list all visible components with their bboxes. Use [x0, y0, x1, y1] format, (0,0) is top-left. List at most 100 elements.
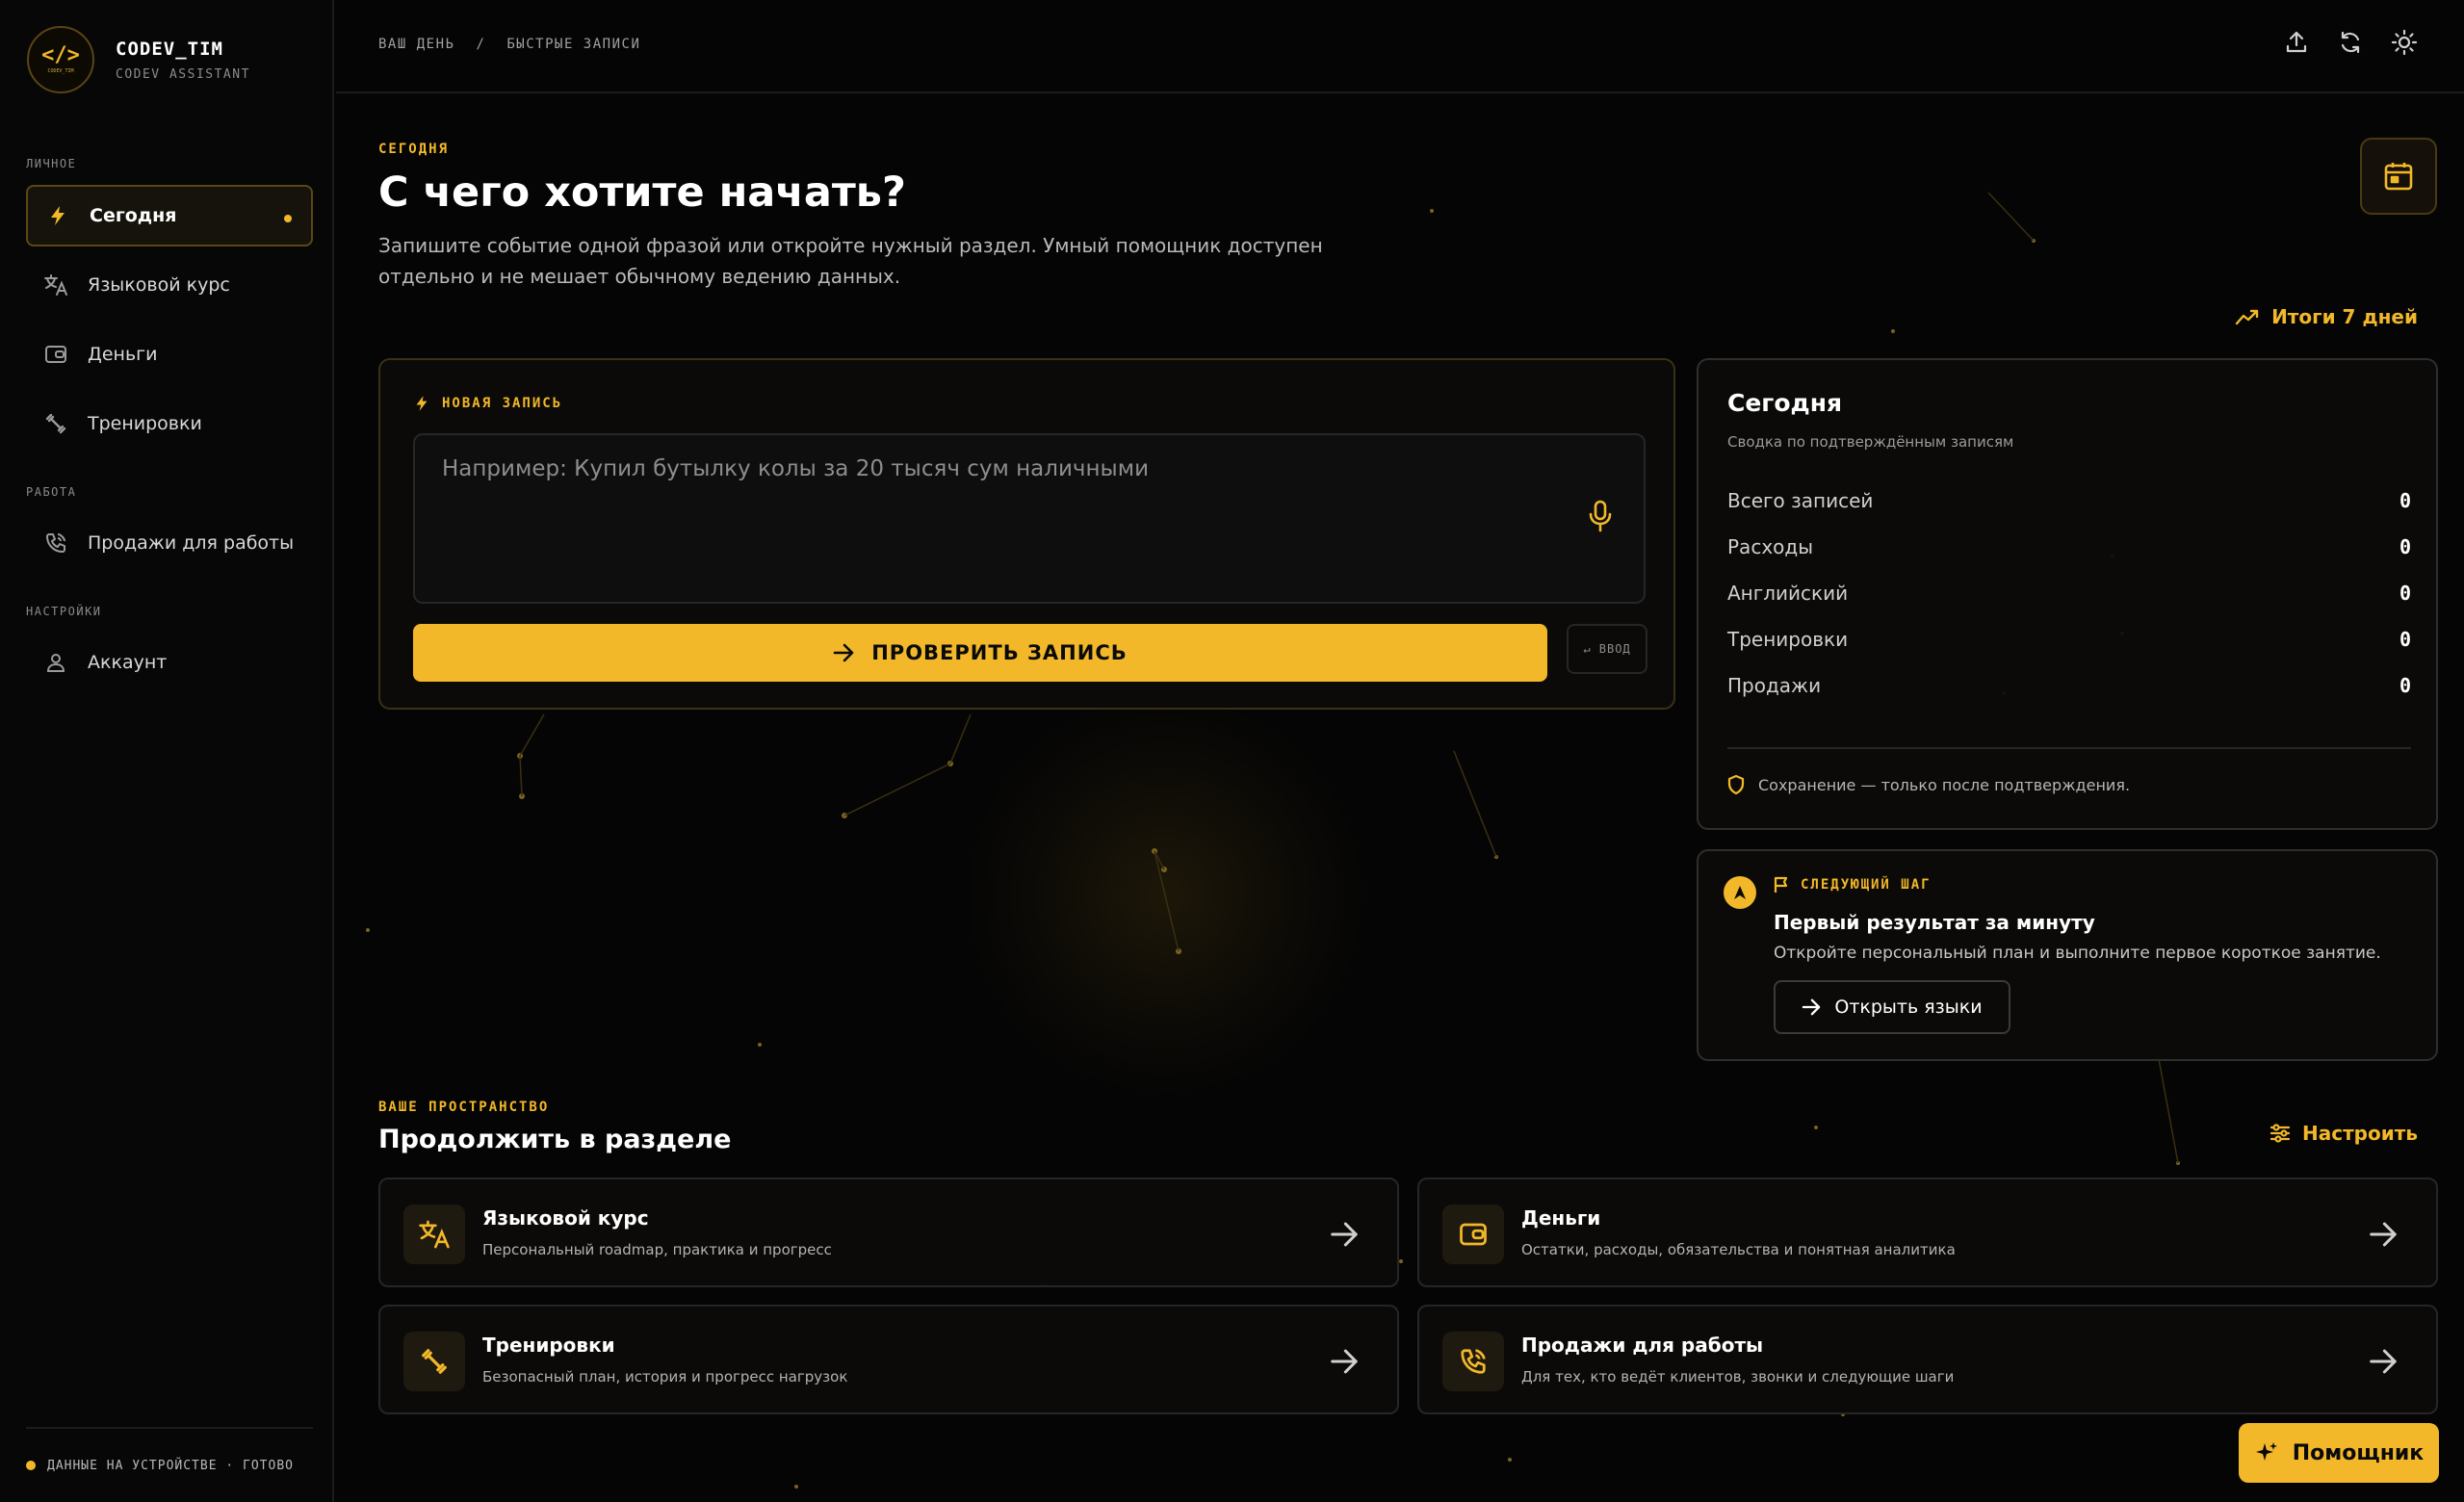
new-entry-card: НОВАЯ ЗАПИСЬ Например: Купил бутылку кол…	[378, 358, 1675, 710]
sidebar-item-language-course[interactable]: Языковой курс	[26, 254, 313, 316]
user-icon	[43, 650, 68, 675]
arrow-right-icon	[2369, 1347, 2398, 1376]
brand-subtitle: CODEV ASSISTANT	[116, 66, 250, 82]
breadcrumb-separator: /	[476, 37, 486, 52]
navigation-badge-icon	[1724, 876, 1756, 909]
tile-description: Безопасный план, история и прогресс нагр…	[482, 1368, 848, 1385]
dumbbell-icon	[43, 411, 68, 436]
stat-row: Тренировки 0	[1727, 616, 2411, 662]
logo-small-text: CODEV_TIM	[47, 68, 74, 74]
stats-list: Всего записей 0 Расходы 0 Английский 0 Трен…	[1727, 478, 2411, 709]
week-summary-label: Итоги 7 дней	[2271, 305, 2418, 328]
new-entry-eyebrow: НОВАЯ ЗАПИСЬ	[442, 396, 563, 411]
stat-value: 0	[2399, 674, 2411, 697]
topbar: ВАШ ДЕНЬ / БЫСТРЫЕ ЗАПИСИ	[336, 0, 2464, 93]
sidebar-status: ДАННЫЕ НА УСТРОЙСТВЕ · ГОТОВО	[26, 1427, 313, 1502]
stat-label: Английский	[1727, 582, 1849, 605]
phone-icon	[1442, 1332, 1504, 1391]
stat-row: Английский 0	[1727, 570, 2411, 616]
upload-icon[interactable]	[2283, 29, 2310, 56]
customize-link[interactable]: Настроить	[2269, 1122, 2418, 1145]
section-label-personal: ЛИЧНОЕ	[26, 157, 77, 170]
stat-value: 0	[2399, 628, 2411, 651]
page-title: С чего хотите начать?	[378, 168, 906, 217]
arrow-right-icon	[1802, 998, 1821, 1016]
sidebar-item-label: Языковой курс	[88, 274, 230, 296]
save-note-text: Сохранение — только после подтверждения.	[1758, 775, 2131, 794]
sidebar-item-label: Деньги	[88, 344, 158, 365]
dumbbell-icon	[403, 1332, 465, 1391]
stat-label: Тренировки	[1727, 628, 1849, 651]
week-summary-link[interactable]: Итоги 7 дней	[2235, 305, 2418, 328]
breadcrumb-item-quick-entries: БЫСТРЫЕ ЗАПИСИ	[506, 37, 641, 52]
next-step-description: Откройте персональный план и выполните п…	[1774, 944, 2381, 963]
breadcrumb-item-day[interactable]: ВАШ ДЕНЬ	[378, 37, 454, 52]
translate-icon	[403, 1204, 465, 1264]
brand-name: CODEV_TIM	[116, 38, 223, 60]
today-summary-card: Сегодня Сводка по подтверждённым записям…	[1697, 358, 2438, 830]
tile-title: Языковой курс	[482, 1206, 649, 1230]
brand[interactable]: </> CODEV_TIM CODEV_TIM CODEV ASSISTANT	[27, 26, 250, 93]
tile-title: Тренировки	[482, 1334, 615, 1357]
arrow-right-icon	[1330, 1347, 1359, 1376]
arrow-right-icon	[2369, 1220, 2398, 1249]
open-languages-button[interactable]: Открыть языки	[1774, 980, 2010, 1034]
active-indicator-dot	[284, 215, 292, 222]
sparkle-icon	[2254, 1440, 2279, 1465]
open-languages-label: Открыть языки	[1834, 997, 1983, 1018]
next-step-title: Первый результат за минуту	[1774, 911, 2095, 934]
tile-money[interactable]: Деньги Остатки, расходы, обязательства и…	[1417, 1178, 2438, 1287]
stat-value: 0	[2399, 535, 2411, 558]
sync-icon[interactable]	[2337, 29, 2364, 56]
flag-icon	[1774, 876, 1789, 893]
bolt-icon	[45, 203, 70, 228]
sidebar-item-sales[interactable]: Продажи для работы	[26, 512, 313, 574]
calendar-button[interactable]	[2360, 138, 2437, 215]
theme-icon[interactable]	[2391, 29, 2418, 56]
arrow-right-icon	[833, 643, 854, 662]
sidebar-item-today[interactable]: Сегодня	[26, 185, 313, 246]
sidebar-item-label: Продажи для работы	[88, 532, 295, 554]
stat-row: Расходы 0	[1727, 524, 2411, 570]
tile-description: Остатки, расходы, обязательства и понятн…	[1521, 1241, 1956, 1258]
today-title: Сегодня	[1727, 389, 1843, 417]
entry-placeholder: Например: Купил бутылку колы за 20 тысяч…	[442, 456, 1150, 481]
sidebar-item-workouts[interactable]: Тренировки	[26, 393, 313, 454]
sliders-icon	[2269, 1123, 2291, 1144]
breadcrumb: ВАШ ДЕНЬ / БЫСТРЫЕ ЗАПИСИ	[378, 37, 640, 52]
tile-language-course[interactable]: Языковой курс Персональный roadmap, прак…	[378, 1178, 1399, 1287]
tile-workouts[interactable]: Тренировки Безопасный план, история и пр…	[378, 1305, 1399, 1414]
wallet-icon	[1442, 1204, 1504, 1264]
stat-label: Всего записей	[1727, 489, 1874, 512]
sidebar-item-money[interactable]: Деньги	[26, 324, 313, 385]
sidebar-item-label: Тренировки	[88, 413, 202, 434]
enter-key-hint[interactable]: ↵ ВВОД	[1567, 624, 1647, 674]
tile-description: Для тех, кто ведёт клиентов, звонки и сл…	[1521, 1368, 1955, 1385]
status-text: ДАННЫЕ НА УСТРОЙСТВЕ · ГОТОВО	[47, 1458, 294, 1473]
assistant-label: Помощник	[2292, 1440, 2425, 1465]
assistant-button[interactable]: Помощник	[2239, 1423, 2439, 1483]
page-description: Запишите событие одной фразой или открой…	[378, 234, 1323, 288]
calendar-icon	[2382, 160, 2415, 193]
sidebar: </> CODEV_TIM CODEV_TIM CODEV ASSISTANT …	[0, 0, 334, 1502]
translate-icon	[43, 272, 68, 298]
customize-label: Настроить	[2302, 1122, 2418, 1145]
entry-input[interactable]: Например: Купил бутылку колы за 20 тысяч…	[413, 433, 1646, 604]
section-label-settings: НАСТРОЙКИ	[26, 605, 102, 618]
tile-description: Персональный roadmap, практика и прогрес…	[482, 1241, 832, 1258]
logo-code-glyph: </>	[41, 43, 80, 67]
sidebar-item-label: Сегодня	[90, 205, 177, 226]
arrow-right-icon	[1330, 1220, 1359, 1249]
sidebar-item-account[interactable]: Аккаунт	[26, 632, 313, 693]
next-step-header: СЛЕДУЮЩИЙ ШАГ	[1774, 876, 1932, 893]
check-entry-button[interactable]: ПРОВЕРИТЬ ЗАПИСЬ	[413, 624, 1547, 682]
stat-row: Всего записей 0	[1727, 478, 2411, 524]
check-entry-label: ПРОВЕРИТЬ ЗАПИСЬ	[871, 641, 1128, 664]
status-dot	[26, 1461, 36, 1470]
microphone-icon[interactable]	[1586, 499, 1615, 533]
new-entry-header: НОВАЯ ЗАПИСЬ	[415, 395, 562, 412]
brand-logo: </> CODEV_TIM	[27, 26, 94, 93]
wallet-icon	[43, 342, 68, 367]
tile-sales[interactable]: Продажи для работы Для тех, кто ведёт кл…	[1417, 1305, 2438, 1414]
bolt-icon	[415, 395, 428, 412]
